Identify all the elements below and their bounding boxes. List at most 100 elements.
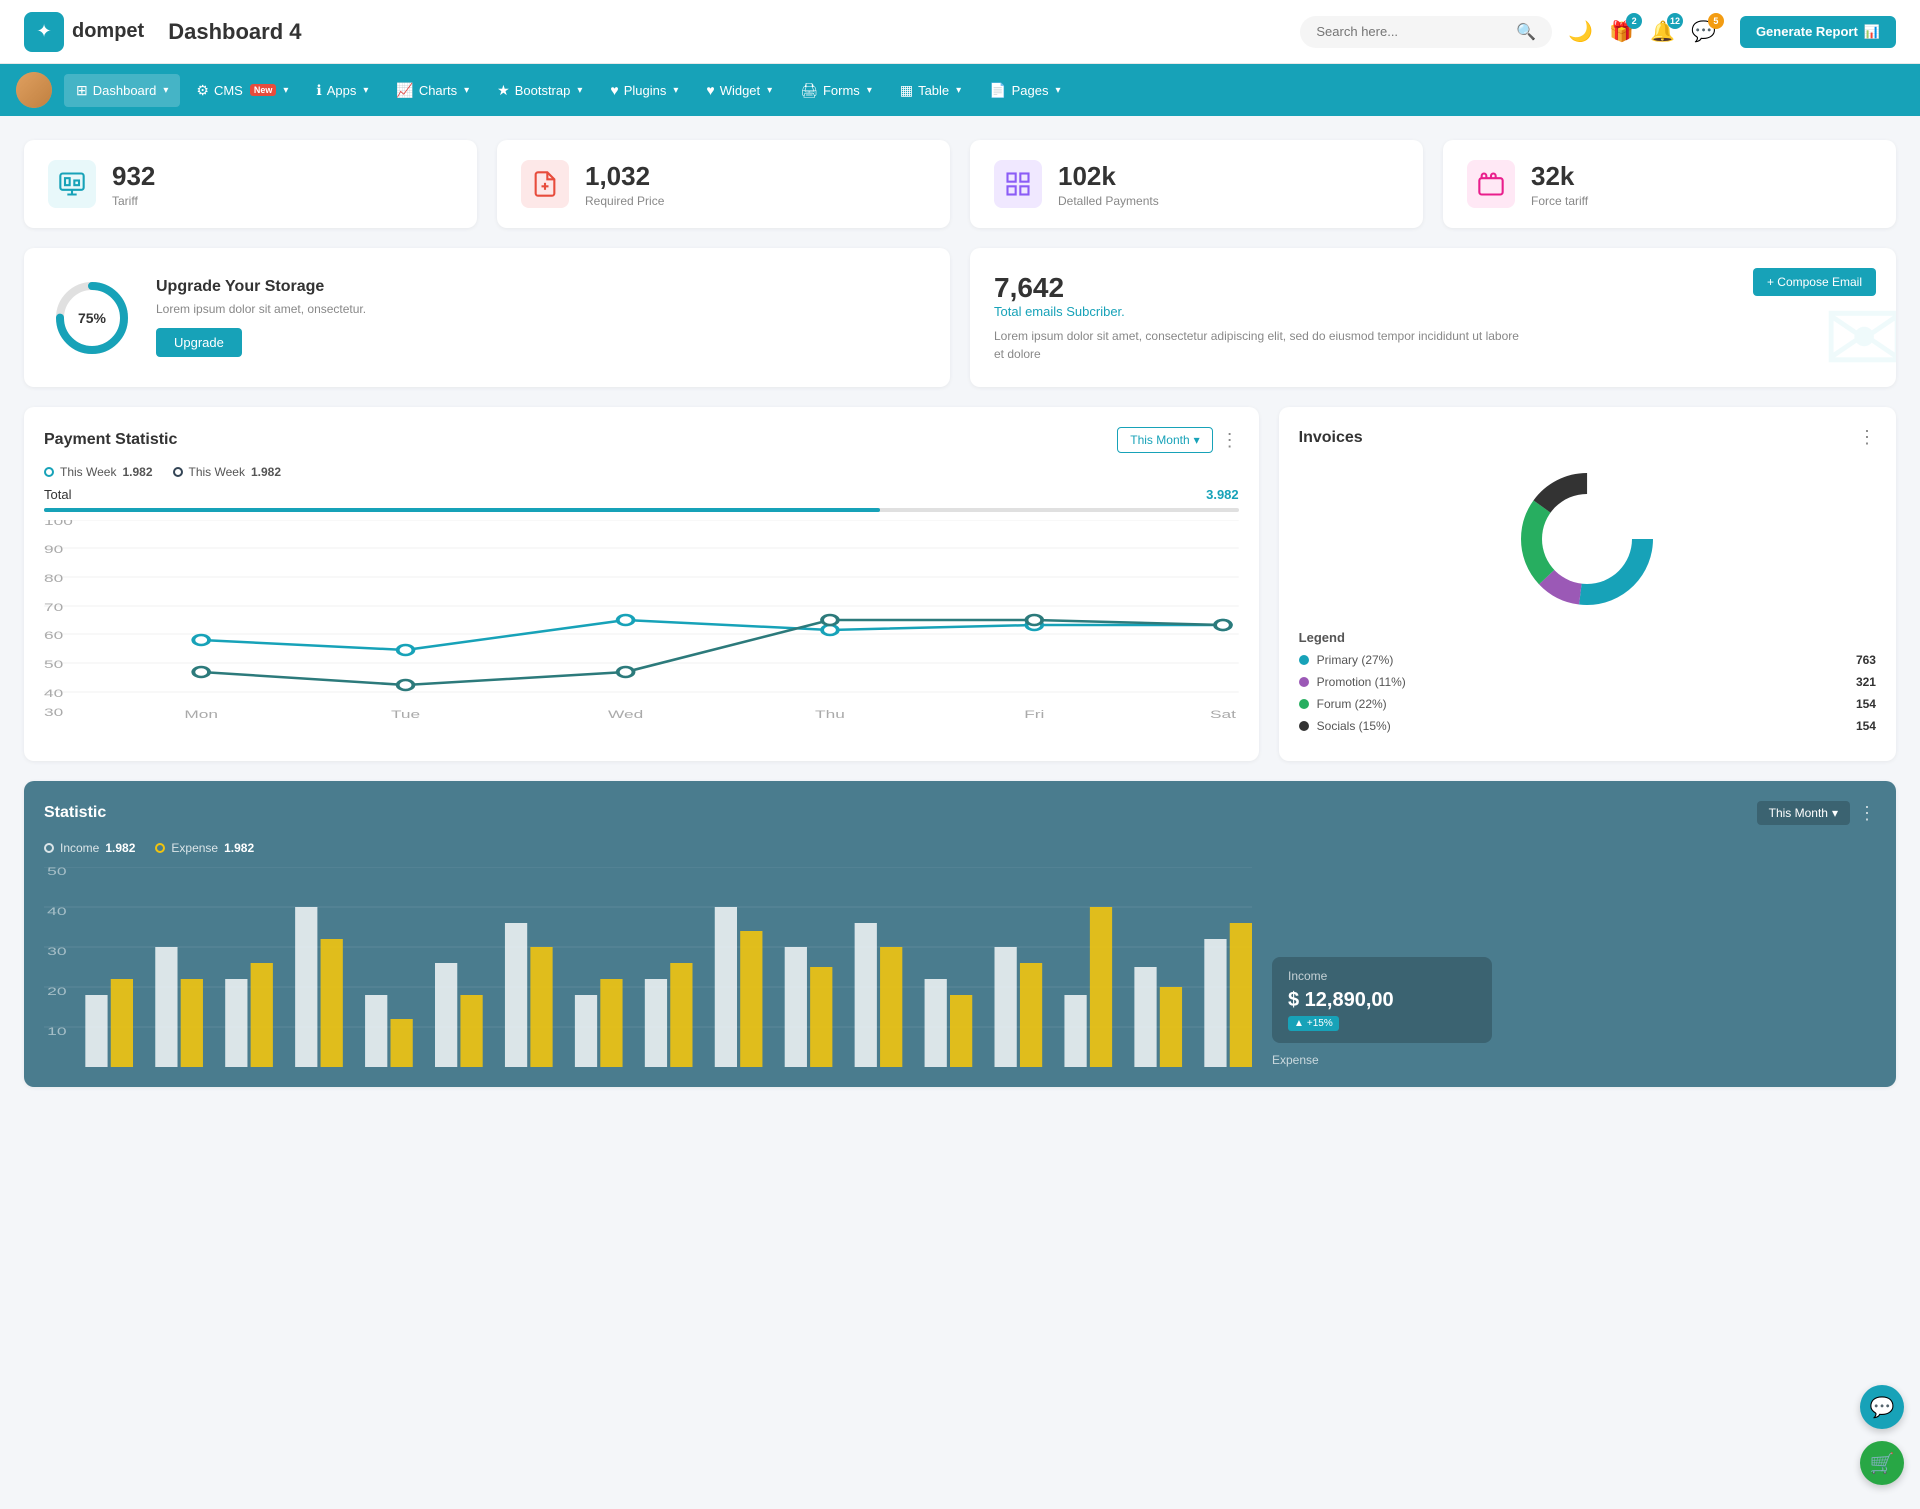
statistic-more-button[interactable]: ⋮ [1858,803,1876,824]
svg-text:Wed: Wed [608,709,643,720]
cms-icon: ⚙ [196,82,209,99]
required-price-icon [521,160,569,208]
header: ✦ dompet Dashboard 4 🔍 🌙 🎁 2 🔔 12 💬 5 Ge… [0,0,1920,64]
middle-row: 75% Upgrade Your Storage Lorem ipsum dol… [24,248,1896,387]
svg-text:90: 90 [44,544,63,556]
logo-text: dompet [72,20,144,43]
main-content: 932 Tariff 1,032 Required Price 102k Det… [0,116,1920,1111]
income-legend: Income 1.982 [44,841,135,855]
invoices-card: Invoices ⋮ Legend [1279,407,1896,761]
email-number: 7,642 [994,272,1872,304]
svg-text:40: 40 [47,906,66,918]
search-icon[interactable]: 🔍 [1516,22,1536,42]
cms-arrow: ▾ [283,85,288,96]
stat-card-force-tariff: 32k Force tariff [1443,140,1896,228]
stat-card-required-price: 1,032 Required Price [497,140,950,228]
legend-dot-2 [173,467,183,477]
cart-button[interactable]: 🛒 [1860,1441,1904,1485]
svg-text:Fri: Fri [1024,709,1044,720]
nav-item-pages[interactable]: 📄 Pages ▾ [977,74,1072,107]
bell-button[interactable]: 🔔 12 [1650,19,1675,44]
detailed-payments-label: Detalled Payments [1058,194,1159,208]
force-tariff-icon [1467,160,1515,208]
search-input[interactable] [1316,24,1516,39]
legend-item-1: This Week 1.982 [44,465,153,479]
statistic-content: Income 1.982 Expense 1.982 [44,841,1876,1067]
payment-filter: This Month ▾ ⋮ [1117,427,1238,453]
navbar: ⊞ Dashboard ▾ ⚙ CMS New ▾ ℹ Apps ▾ 📈 Cha… [0,64,1920,116]
gift-button[interactable]: 🎁 2 [1609,19,1634,44]
apps-icon: ℹ [316,82,321,99]
email-desc: Lorem ipsum dolor sit amet, consectetur … [994,327,1521,363]
payment-filter-button[interactable]: This Month ▾ [1117,427,1212,453]
nav-item-cms[interactable]: ⚙ CMS New ▾ [184,74,300,107]
invoices-more-button[interactable]: ⋮ [1858,427,1876,448]
tariff-icon [48,160,96,208]
charts-arrow: ▾ [464,85,469,96]
nav-item-bootstrap[interactable]: ★ Bootstrap ▾ [485,74,594,107]
storage-card: 75% Upgrade Your Storage Lorem ipsum dol… [24,248,950,387]
pages-icon: 📄 [989,82,1006,99]
legend-line-forum: Forum (22%) 154 [1299,697,1876,711]
nav-item-forms[interactable]: 🖨 Forms ▾ [788,74,884,107]
gift-badge: 2 [1626,13,1642,29]
plugins-arrow: ▾ [673,85,678,96]
svg-text:50: 50 [44,659,63,671]
svg-text:Thu: Thu [815,709,845,720]
payment-more-button[interactable]: ⋮ [1221,430,1239,451]
statistic-filter-button[interactable]: This Month ▾ [1757,801,1850,825]
legend-val-socials: 154 [1856,719,1876,733]
support-button[interactable]: 💬 [1860,1385,1904,1429]
page-title: Dashboard 4 [168,19,301,45]
detailed-payments-icon [994,160,1042,208]
bottom-row: Payment Statistic This Month ▾ ⋮ This We… [24,407,1896,761]
nav-item-plugins[interactable]: ♥ Plugins ▾ [598,74,690,106]
legend-item-2: This Week 1.982 [173,465,282,479]
widget-arrow: ▾ [767,85,772,96]
arrow-up-icon: ▲ [1294,1018,1304,1029]
legend-val-primary: 763 [1856,653,1876,667]
income-panel-title: Income [1288,969,1476,983]
stat-card-tariff: 932 Tariff [24,140,477,228]
statistic-chart-area: Income 1.982 Expense 1.982 [44,841,1252,1067]
legend-line-promotion: Promotion (11%) 321 [1299,675,1876,689]
legend-color-primary [1299,655,1309,665]
payment-total-bar [44,508,1239,512]
widget-icon: ♥ [706,82,714,98]
legend-color-socials [1299,721,1309,731]
upgrade-button[interactable]: Upgrade [156,328,242,357]
legend-section: Legend Primary (27%) 763 Promotion (11%)… [1299,630,1876,733]
legend-dot-1 [44,467,54,477]
svg-text:40: 40 [44,688,63,700]
forms-arrow: ▾ [867,85,872,96]
generate-report-button[interactable]: Generate Report 📊 [1740,16,1896,48]
stat-cards: 932 Tariff 1,032 Required Price 102k Det… [24,140,1896,228]
svg-text:20: 20 [47,986,66,998]
dashboard-arrow: ▾ [163,85,168,96]
chat-button[interactable]: 💬 5 [1691,19,1716,44]
svg-text:60: 60 [44,630,63,642]
email-card: + Compose Email 7,642 Total emails Subcr… [970,248,1896,387]
nav-item-widget[interactable]: ♥ Widget ▾ [694,74,784,106]
payment-card: Payment Statistic This Month ▾ ⋮ This We… [24,407,1259,761]
legend-line-primary: Primary (27%) 763 [1299,653,1876,667]
svg-text:70: 70 [44,602,63,614]
bootstrap-icon: ★ [497,82,510,99]
nav-item-dashboard[interactable]: ⊞ Dashboard ▾ [64,74,180,107]
svg-text:30: 30 [44,707,63,719]
darkmode-button[interactable]: 🌙 [1568,19,1593,44]
nav-item-charts[interactable]: 📈 Charts ▾ [384,74,481,107]
invoices-header: Invoices ⋮ [1299,427,1876,448]
legend-line-socials: Socials (15%) 154 [1299,719,1876,733]
legend-val-forum: 154 [1856,697,1876,711]
search-container: 🔍 [1300,16,1552,48]
nav-item-apps[interactable]: ℹ Apps ▾ [304,74,380,107]
chat-badge: 5 [1708,13,1724,29]
legend-color-forum [1299,699,1309,709]
expense-label: Expense [1272,1053,1876,1067]
nav-item-table[interactable]: ▦ Table ▾ [888,74,973,107]
detailed-payments-value: 102k [1058,161,1159,192]
logo: ✦ dompet [24,12,144,52]
email-bg-icon: ✉ [1822,280,1896,387]
bell-badge: 12 [1667,13,1683,29]
